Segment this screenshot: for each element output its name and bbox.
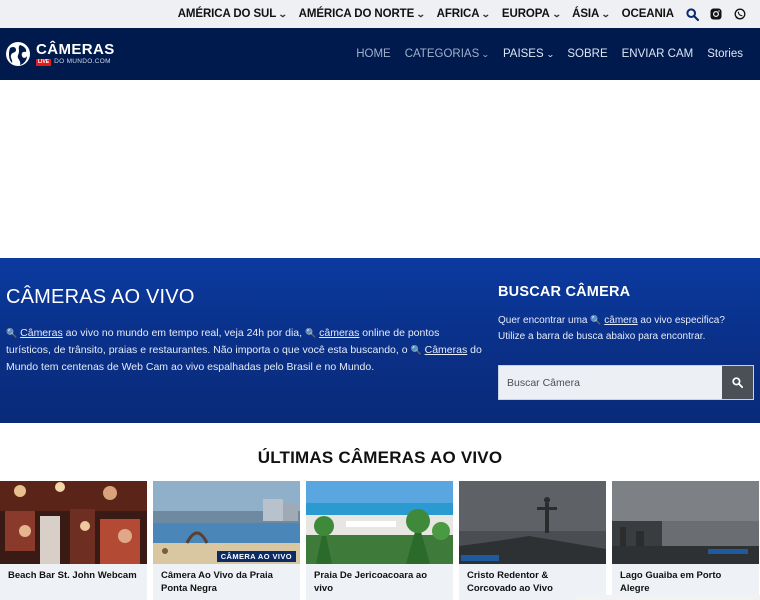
nav-label: HOME [356, 48, 391, 60]
nav-stories[interactable]: Stories [700, 48, 750, 60]
chevron-down-icon: ⌄ [278, 8, 288, 19]
camera-card[interactable]: CÂMERA AO VIVO Câmera Ao Vivo da Praia P… [153, 481, 300, 600]
hero-description: 🔍 Câmeras ao vivo no mundo em tempo real… [6, 325, 486, 376]
search-title: BUSCAR CÂMERA [498, 284, 631, 300]
chevron-down-icon: ⌄ [551, 8, 562, 19]
region-topbar: AMÉRICA DO SUL ⌄ AMÉRICA DO NORTE ⌄ AFRICA… [0, 0, 760, 28]
nav-label: ENVIAR CAM [621, 48, 694, 60]
region-label: OCEANIA [621, 8, 674, 20]
camera-card[interactable]: Beach Bar St. John Webcam [0, 481, 147, 600]
camera-card-title: Praia De Jericoacoara ao vivo [306, 564, 453, 600]
search-desc-text-1: Quer encontrar uma [498, 315, 591, 326]
magnifier-icon: 🔍 [6, 328, 18, 338]
whatsapp-icon[interactable] [728, 8, 752, 20]
ad-space [0, 80, 760, 258]
camera-thumbnail: CÂMERA AO VIVO [153, 481, 300, 564]
camera-card-title: Beach Bar St. John Webcam [0, 564, 147, 600]
camera-card[interactable]: Lago Guaiba em Porto Alegre [612, 481, 759, 600]
region-label: AFRICA [436, 8, 480, 20]
search-input[interactable] [499, 366, 722, 399]
nav-paises[interactable]: PAISES ⌄ [496, 48, 560, 60]
nav-categorias[interactable]: CATEGORIAS ⌄ [398, 48, 496, 60]
hero-text-1: ao vivo no mundo em tempo real, veja 24h… [62, 327, 305, 339]
nav-label: SOBRE [567, 48, 608, 60]
nav-enviar-cam[interactable]: ENVIAR CAM [615, 48, 701, 60]
hero-link-cameras-2[interactable]: câmeras [319, 327, 359, 339]
nav-label: Stories [707, 48, 743, 60]
chevron-down-icon: ⌄ [601, 8, 611, 19]
chevron-down-icon: ⌄ [416, 8, 426, 19]
scroll-indicator [575, 595, 760, 600]
magnifier-icon: 🔍 [590, 315, 602, 325]
site-header: CÂMERAS LIVE DO MUNDO.COM HOME CATEGORIA… [0, 28, 760, 80]
camera-thumbnail [306, 481, 453, 564]
region-menu-africa[interactable]: AFRICA ⌄ [431, 8, 496, 20]
nav-label: CATEGORIAS [404, 48, 480, 60]
instagram-icon[interactable] [704, 8, 728, 20]
region-menu-america-do-sul[interactable]: AMÉRICA DO SUL ⌄ [172, 8, 293, 20]
search-submit-button[interactable] [722, 366, 753, 399]
live-camera-tag: CÂMERA AO VIVO [216, 551, 296, 562]
region-label: AMÉRICA DO SUL [177, 8, 277, 20]
nav-sobre[interactable]: SOBRE [560, 48, 614, 60]
logo-domain: DO MUNDO.COM [54, 58, 111, 66]
latest-cameras-title: ÚLTIMAS CÂMERAS AO VIVO [257, 448, 503, 467]
nav-label: PAISES [502, 48, 544, 60]
camera-card[interactable]: Praia De Jericoacoara ao vivo [306, 481, 453, 600]
region-menu-europa[interactable]: EUROPA ⌄ [496, 8, 566, 20]
search-desc-link[interactable]: câmera [604, 315, 637, 326]
region-menu-america-do-norte[interactable]: AMÉRICA DO NORTE ⌄ [293, 8, 431, 20]
region-label: ÁSIA [572, 8, 600, 20]
region-label: AMÉRICA DO NORTE [298, 8, 415, 20]
search-icon [732, 377, 743, 388]
hero-title: CÂMERAS AO VIVO [6, 286, 195, 308]
globe-icon [6, 42, 30, 66]
hero-link-cameras-3[interactable]: Câmeras [425, 344, 468, 356]
camera-card[interactable]: Cristo Redentor & Corcovado ao Vivo [459, 481, 606, 600]
logo-title: CÂMERAS [36, 41, 115, 58]
camera-thumbnail [0, 481, 147, 564]
search-description: Quer encontrar uma 🔍 câmera ao vivo espe… [498, 312, 754, 345]
region-label: EUROPA [501, 8, 550, 20]
logo-live-badge: LIVE [36, 59, 52, 66]
hero-section: CÂMERAS AO VIVO 🔍 Câmeras ao vivo no mun… [0, 258, 760, 423]
hero-link-cameras[interactable]: Câmeras [20, 327, 63, 339]
chevron-down-icon: ⌄ [481, 49, 490, 59]
chevron-down-icon: ⌄ [481, 8, 492, 19]
camera-thumbnail [459, 481, 606, 564]
region-menu-asia[interactable]: ÁSIA ⌄ [566, 8, 616, 20]
camera-card-list: Beach Bar St. John Webcam CÂMERA AO VIVO… [0, 481, 760, 600]
main-nav: HOME CATEGORIAS ⌄ PAISES ⌄ SOBRE ENVIAR CA… [349, 48, 750, 60]
region-menu-oceania[interactable]: OCEANIA [616, 8, 680, 20]
magnifier-icon: 🔍 [304, 328, 317, 338]
camera-card-title: Câmera Ao Vivo da Praia Ponta Negra [153, 564, 300, 600]
site-logo[interactable]: CÂMERAS LIVE DO MUNDO.COM [4, 40, 115, 68]
camera-thumbnail [612, 481, 759, 564]
nav-home[interactable]: HOME [349, 48, 398, 60]
search-icon[interactable] [680, 7, 704, 21]
search-form [498, 365, 754, 400]
chevron-down-icon: ⌄ [545, 49, 555, 59]
magnifier-icon: 🔍 [410, 345, 422, 355]
